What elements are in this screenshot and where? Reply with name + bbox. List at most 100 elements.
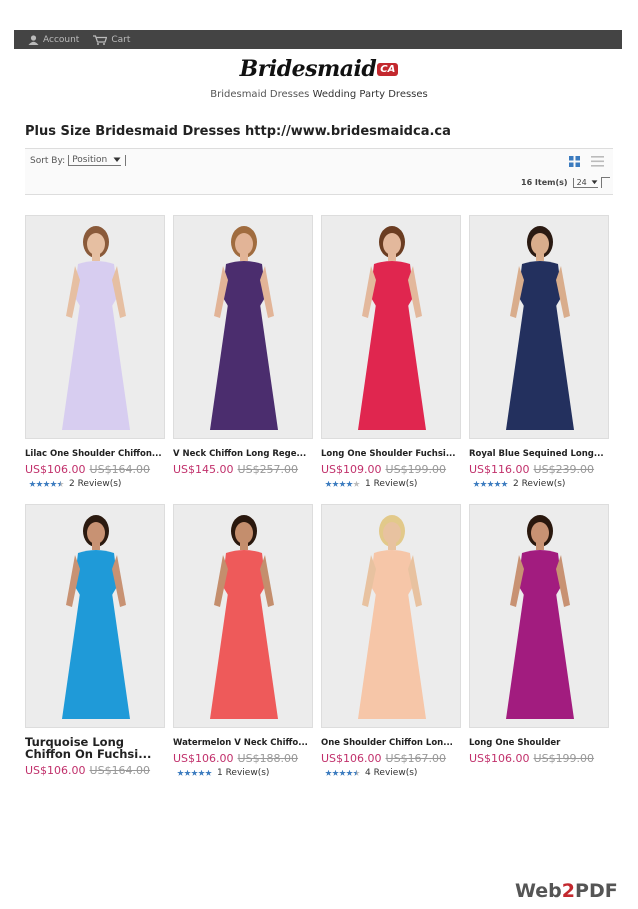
old-price: US$199.00 [533, 752, 595, 765]
logo-wordmark: Bridesmaid [239, 56, 377, 82]
product-rating: 2 Review(s) [25, 478, 173, 490]
product-prices: US$109.00 US$199.00 [321, 463, 469, 476]
product-card: Long One Shoulder US$106.00 US$199.00 [469, 504, 617, 765]
product-rating: 4 Review(s) [321, 767, 469, 779]
product-card: Turquoise Long Chiffon On Fuchsi... US$10… [25, 504, 173, 777]
per-page-select[interactable]: 24 [572, 177, 598, 188]
tagline: Bridesmaid Dresses Wedding Party Dresses [0, 89, 638, 100]
star-icon [332, 769, 339, 776]
product-photo[interactable] [321, 215, 461, 439]
user-icon [28, 34, 39, 45]
product-name[interactable]: Royal Blue Sequined Long... [469, 449, 617, 459]
product-name[interactable]: Long One Shoulder Fuchsi... [321, 449, 469, 459]
product-card: Royal Blue Sequined Long... US$116.00 US$2… [469, 215, 617, 490]
rating-stars [177, 769, 212, 777]
product-photo[interactable] [469, 215, 609, 439]
special-price: US$106.00 [173, 752, 234, 765]
product-photo[interactable] [321, 504, 461, 728]
product-photo[interactable] [469, 504, 609, 728]
product-photo[interactable] [25, 215, 165, 439]
rating-stars [325, 769, 360, 777]
product-name[interactable]: Lilac One Shoulder Chiffon... [25, 449, 173, 459]
product-card: Long One Shoulder Fuchsi... US$109.00 US$1… [321, 215, 469, 490]
product-rating: 2 Review(s) [469, 478, 617, 490]
review-count-link[interactable]: 1 Review(s) [365, 479, 417, 489]
product-prices: US$145.00 US$257.00 [173, 463, 321, 476]
item-count-label: 16 Item(s) [521, 178, 568, 187]
old-price: US$239.00 [533, 463, 595, 476]
product-name[interactable]: One Shoulder Chiffon Lon... [321, 738, 469, 748]
review-count-link[interactable]: 1 Review(s) [217, 768, 269, 778]
product-card: Watermelon V Neck Chiffo... US$106.00 US$1… [173, 504, 321, 779]
per-page-value: 24 [576, 177, 587, 187]
product-card: One Shoulder Chiffon Lon... US$106.00 US$1… [321, 504, 469, 779]
special-price: US$106.00 [469, 752, 530, 765]
sort-select-value: Position [72, 155, 108, 165]
product-toolbar: Sort By: Position 16 Item(s) 24 [25, 148, 613, 195]
product-name[interactable]: Watermelon V Neck Chiffo... [173, 738, 321, 748]
web2pdf-logo: Web2PDF [515, 880, 618, 902]
star-icon [480, 480, 487, 487]
per-page-end-marker [600, 177, 610, 188]
star-icon [57, 480, 64, 487]
star-icon [325, 769, 332, 776]
star-icon [325, 480, 332, 487]
product-rating: 1 Review(s) [321, 478, 469, 490]
star-icon [205, 769, 212, 776]
star-icon [184, 769, 191, 776]
product-name[interactable]: Long One Shoulder [469, 738, 617, 748]
sort-by: Sort By: Position [30, 155, 127, 166]
star-icon [487, 480, 494, 487]
star-icon [339, 480, 346, 487]
tagline-link-bridesmaid[interactable]: Bridesmaid Dresses [210, 89, 309, 100]
product-prices: US$106.00 US$164.00 [25, 463, 173, 476]
product-photo[interactable] [25, 504, 165, 728]
product-prices: US$106.00 US$188.00 [173, 752, 321, 765]
account-label: Account [43, 34, 80, 45]
product-prices: US$116.00 US$239.00 [469, 463, 617, 476]
rating-stars [29, 480, 64, 488]
tagline-link-wedding[interactable]: Wedding Party Dresses [313, 89, 428, 100]
special-price: US$106.00 [321, 752, 382, 765]
chevron-down-icon [591, 179, 598, 184]
list-view-icon[interactable] [591, 156, 604, 167]
star-icon [177, 769, 184, 776]
item-count: 16 Item(s) 24 [521, 177, 610, 188]
old-price: US$164.00 [89, 764, 151, 777]
special-price: US$106.00 [25, 764, 86, 777]
old-price: US$257.00 [237, 463, 299, 476]
product-photo[interactable] [173, 215, 313, 439]
star-icon [346, 480, 353, 487]
web2pdf-logo-pdf: PDF [575, 880, 618, 902]
site-logo[interactable]: Bridesmaid CA [0, 56, 638, 88]
star-icon [50, 480, 57, 487]
top-bar: Account Cart [14, 30, 622, 49]
cart-label: Cart [111, 34, 131, 45]
product-rating: 1 Review(s) [173, 767, 321, 779]
cart-link[interactable]: Cart [93, 35, 130, 45]
sort-direction-button[interactable] [125, 155, 127, 166]
old-price: US$167.00 [385, 752, 447, 765]
product-name[interactable]: Turquoise Long Chiffon On Fuchsi... [25, 736, 173, 760]
account-link[interactable]: Account [28, 35, 79, 45]
logo-ca-badge: CA [377, 63, 399, 76]
sort-select[interactable]: Position [68, 155, 122, 166]
review-count-link[interactable]: 2 Review(s) [69, 479, 121, 489]
star-icon [353, 769, 360, 776]
product-prices: US$106.00 US$164.00 [25, 764, 173, 777]
star-icon [473, 480, 480, 487]
star-icon [43, 480, 50, 487]
review-count-link[interactable]: 4 Review(s) [365, 768, 417, 778]
special-price: US$145.00 [173, 463, 234, 476]
product-photo[interactable] [173, 504, 313, 728]
special-price: US$116.00 [469, 463, 530, 476]
special-price: US$109.00 [321, 463, 382, 476]
product-card: V Neck Chiffon Long Rege... US$145.00 US$2… [173, 215, 321, 476]
special-price: US$106.00 [25, 463, 86, 476]
star-icon [191, 769, 198, 776]
product-prices: US$106.00 US$167.00 [321, 752, 469, 765]
product-name[interactable]: V Neck Chiffon Long Rege... [173, 449, 321, 459]
grid-view-icon[interactable] [569, 156, 580, 167]
sort-by-label: Sort By: [30, 155, 66, 166]
review-count-link[interactable]: 2 Review(s) [513, 479, 565, 489]
